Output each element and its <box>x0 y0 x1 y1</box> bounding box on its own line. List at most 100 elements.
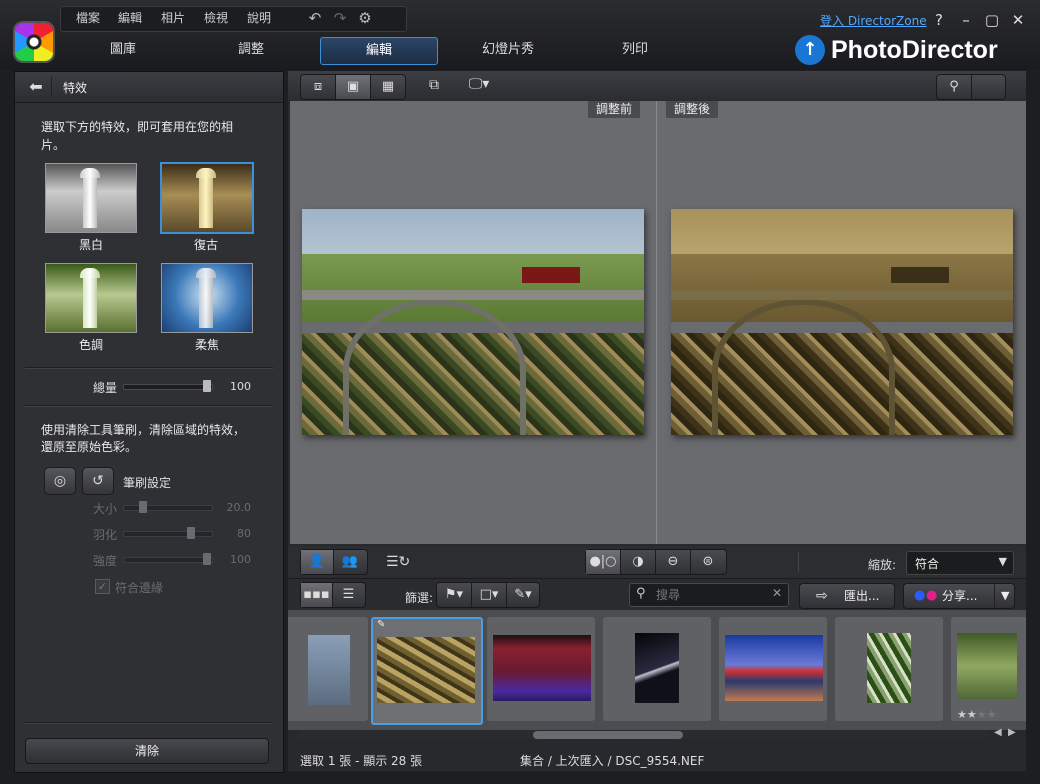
after-photo[interactable] <box>671 209 1013 435</box>
status-bar: 選取 1 張 - 顯示 28 張 集合 / 上次匯入 / DSC_9554.NE… <box>288 747 1026 771</box>
single-view-icon[interactable]: ▣ <box>336 75 371 99</box>
effect-vintage-thumbnail[interactable] <box>160 162 254 234</box>
brush-description: 使用清除工具筆刷，清除區域的特效，還原至原始色彩。 <box>41 423 246 454</box>
filmstrip-scroll-thumb[interactable] <box>533 731 683 739</box>
amount-label: 總量 <box>93 381 118 395</box>
split-divider <box>656 101 657 544</box>
effects-description: 選取下方的特效，即可套用在您的相片。 <box>41 120 234 152</box>
rotate-stack-icon[interactable]: ☰↻ <box>386 554 410 572</box>
split-half-icon[interactable]: ◑ <box>621 550 656 574</box>
divider <box>25 722 273 724</box>
filmstrip-layout-icon[interactable]: ▪▪▪ <box>301 583 333 607</box>
zoom-value: 符合 <box>915 557 940 571</box>
edit-filter-icon[interactable]: ✎▾ <box>507 583 539 607</box>
effects-panel: ⬅ 特效 選取下方的特效，即可套用在您的相片。 黑白 復古 色調 柔焦 總量 1… <box>14 71 284 773</box>
zoom-magnifier-icon[interactable]: ⚲ <box>937 75 972 99</box>
size-value: 20.0 <box>226 501 252 514</box>
share-blue-dot-icon: ● <box>914 588 926 603</box>
minimize-icon[interactable]: – <box>956 10 976 30</box>
flag-filter-icon[interactable]: ⚑▾ <box>437 583 472 607</box>
search-box[interactable]: ⚲ ✕ <box>629 583 789 607</box>
brush-settings-label: 筆刷設定 <box>123 476 172 490</box>
before-after-view-icon[interactable]: ⧈ <box>301 75 336 99</box>
display-monitor-icon[interactable]: 🖵▾ <box>464 76 494 96</box>
strength-slider-track[interactable] <box>123 557 213 563</box>
split-stacked-icon[interactable]: ⊜ <box>691 550 725 574</box>
before-photo[interactable] <box>302 209 644 435</box>
share-chevron-down-icon[interactable]: ▼ <box>994 584 1009 608</box>
tab-print[interactable]: 列印 <box>592 37 678 63</box>
settings-gear-icon[interactable]: ⚙ <box>355 9 375 27</box>
undo-icon[interactable]: ↶ <box>305 9 325 27</box>
fit-edges-checkbox[interactable]: ✓ <box>95 579 110 594</box>
tab-library[interactable]: 圖庫 <box>80 37 166 63</box>
film-thumbnail[interactable] <box>719 617 827 721</box>
film-thumbnail[interactable] <box>603 617 711 721</box>
split-horizontal-icon[interactable]: ⊖ <box>656 550 691 574</box>
feather-value: 80 <box>237 527 251 540</box>
login-link[interactable]: 登入 DirectorZone <box>820 12 927 29</box>
view-mode-group: ⧈ ▣ ▦ <box>300 74 406 100</box>
grid-view-icon[interactable]: ▦ <box>371 75 405 99</box>
eraser-brush-icon[interactable]: ◎ <box>44 467 76 495</box>
search-input[interactable] <box>654 586 768 604</box>
title-bar: 檔案 編輯 相片 檢視 說明 ↶ ↷ ⚙ 登入 DirectorZone ? –… <box>0 0 1040 70</box>
effect-tone-label: 色調 <box>78 338 103 352</box>
divider <box>798 552 799 572</box>
film-thumbnail[interactable]: ★★★★ <box>951 617 1026 721</box>
help-button[interactable]: ? <box>929 10 949 30</box>
clear-search-icon[interactable]: ✕ <box>772 586 782 600</box>
amount-slider-track[interactable] <box>123 384 213 390</box>
collection-path: 集合 / 上次匯入 / DSC_9554.NEF <box>520 754 705 768</box>
menu-edit[interactable]: 編輯 <box>118 9 142 27</box>
film-thumbnail[interactable] <box>487 617 595 721</box>
menu-file[interactable]: 檔案 <box>76 9 100 27</box>
scroll-left-icon[interactable]: ◀ <box>994 727 1002 738</box>
effect-softfocus-thumbnail[interactable] <box>161 263 253 333</box>
fit-edges-label: 符合邊緣 <box>115 581 164 595</box>
close-icon[interactable]: ✕ <box>1008 10 1028 30</box>
color-label-filter-icon[interactable]: □▾ <box>472 583 507 607</box>
menu-view[interactable]: 檢視 <box>204 9 228 27</box>
list-layout-icon[interactable]: ☰ <box>333 583 364 607</box>
tab-slideshow[interactable]: 幻燈片秀 <box>460 37 556 63</box>
effect-vintage-label: 復古 <box>193 238 218 252</box>
feather-slider-handle[interactable] <box>187 527 195 539</box>
feather-slider-track[interactable] <box>123 531 213 537</box>
film-thumbnail-selected[interactable]: ✎ <box>371 617 483 725</box>
share-button[interactable]: ● ● 分享... ▼ <box>903 583 1015 609</box>
tab-edit[interactable]: 編輯 <box>320 37 438 65</box>
menu-help[interactable]: 說明 <box>247 9 271 27</box>
amount-slider-handle[interactable] <box>203 380 211 392</box>
zoom-select[interactable]: 符合 ▼ <box>906 551 1014 575</box>
zoom-label: 縮放: <box>868 558 897 572</box>
navigation-tools-group: ⚲✋ <box>936 74 1006 118</box>
strength-label: 強度 <box>93 554 118 568</box>
share-pink-dot-icon: ● <box>926 588 938 603</box>
size-slider-handle[interactable] <box>139 501 147 513</box>
redo-icon[interactable]: ↷ <box>330 9 350 27</box>
divider <box>25 367 273 369</box>
layout-toggle-group: ▪▪▪ ☰ <box>300 582 366 608</box>
split-side-icon[interactable]: ●|○ <box>586 550 621 574</box>
back-arrow-icon[interactable]: ⬅ <box>21 77 52 97</box>
group-people-icon[interactable]: 👥 <box>334 550 366 574</box>
clear-button[interactable]: 清除 <box>25 738 269 764</box>
size-slider-track[interactable] <box>123 505 213 511</box>
maximize-icon[interactable]: ▢ <box>982 10 1002 30</box>
tab-adjust[interactable]: 調整 <box>208 37 294 63</box>
face-filter-group: 👤 👥 <box>300 549 368 575</box>
film-thumbnail[interactable] <box>288 617 368 721</box>
single-person-icon[interactable]: 👤 <box>301 550 334 574</box>
strength-slider-handle[interactable] <box>203 553 211 565</box>
before-label: 調整前 <box>588 101 641 118</box>
menu-photo[interactable]: 相片 <box>161 9 185 27</box>
chevron-down-icon: ▼ <box>998 555 1007 568</box>
compare-swap-icon[interactable]: ⧉ <box>422 77 446 95</box>
export-button[interactable]: ⇨ 匯出... <box>799 583 895 609</box>
effect-tone-thumbnail[interactable] <box>45 263 137 333</box>
film-thumbnail[interactable] <box>835 617 943 721</box>
effect-bw-thumbnail[interactable] <box>45 163 137 233</box>
restore-brush-icon[interactable]: ↺ <box>82 467 114 495</box>
scroll-right-icon[interactable]: ▶ <box>1008 727 1016 738</box>
